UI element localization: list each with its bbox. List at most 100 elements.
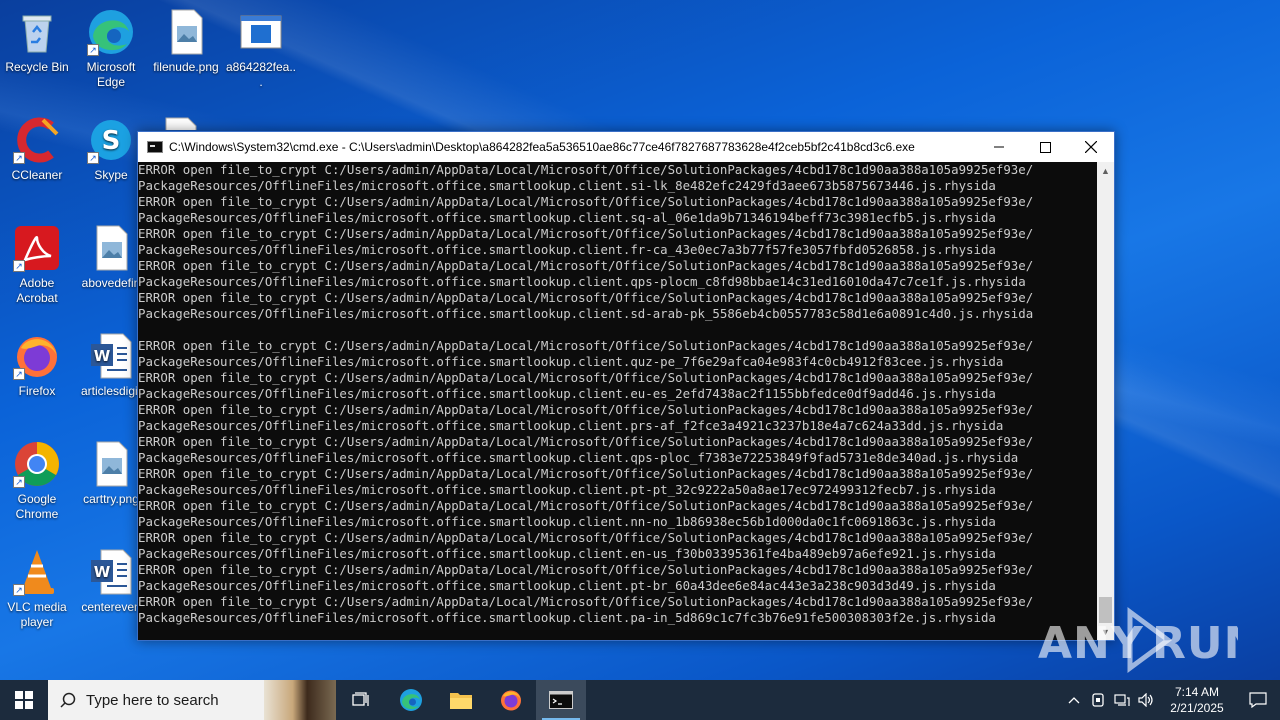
word-document-icon: W xyxy=(87,548,135,596)
console-output[interactable]: ERROR open file_to_crypt C:/Users/admin/… xyxy=(138,162,1098,640)
desktop-icon-label: Google Chrome xyxy=(15,492,59,521)
taskbar: Type here to search 7:14 AM 2/21/2025 xyxy=(0,680,1280,720)
console-line: PackageResources/OfflineFiles/microsoft.… xyxy=(138,482,996,497)
console-line: PackageResources/OfflineFiles/microsoft.… xyxy=(138,610,996,625)
desktop-icon-filenude-png[interactable]: filenude.png xyxy=(150,8,222,75)
recycle-bin-icon xyxy=(13,8,61,56)
device-icon[interactable] xyxy=(1086,693,1110,707)
console-line: ERROR open file_to_crypt C:/Users/admin/… xyxy=(138,370,1034,385)
folder-icon xyxy=(450,693,472,709)
task-view-button[interactable] xyxy=(336,680,386,720)
window-title: C:\Windows\System32\cmd.exe - C:\Users\a… xyxy=(169,140,915,154)
clock-date: 2/21/2025 xyxy=(1170,701,1224,715)
console-line: ERROR open file_to_crypt C:/Users/admin/… xyxy=(138,226,1034,241)
desktop-icon-label: Firefox xyxy=(18,384,56,398)
anyrun-watermark: ANY RUN xyxy=(1038,606,1260,676)
svg-text:W: W xyxy=(94,347,111,365)
vlc-icon: ↗ xyxy=(13,548,61,596)
start-button[interactable] xyxy=(0,680,48,720)
edge-icon xyxy=(400,689,422,711)
word-document-icon: W xyxy=(87,332,135,380)
volume-icon[interactable] xyxy=(1134,693,1158,707)
taskbar-edge-button[interactable] xyxy=(386,680,436,720)
desktop-icon-firefox[interactable]: ↗ Firefox xyxy=(1,332,73,399)
desktop-icon-ccleaner[interactable]: ↗ CCleaner xyxy=(1,116,73,183)
clock[interactable]: 7:14 AM 2/21/2025 xyxy=(1158,684,1236,716)
console-line: ERROR open file_to_crypt C:/Users/admin/… xyxy=(138,290,1034,305)
svg-text:S: S xyxy=(102,126,121,156)
console-line: PackageResources/OfflineFiles/microsoft.… xyxy=(138,546,996,561)
console-line: PackageResources/OfflineFiles/microsoft.… xyxy=(138,306,1034,321)
console-line: ERROR open file_to_crypt C:/Users/admin/… xyxy=(138,562,1034,577)
image-file-icon xyxy=(87,224,135,272)
taskbar-file-explorer-button[interactable] xyxy=(436,680,486,720)
file-icon xyxy=(156,116,204,130)
taskbar-firefox-button[interactable] xyxy=(486,680,536,720)
firefox-icon xyxy=(501,690,521,711)
console-line: PackageResources/OfflineFiles/microsoft.… xyxy=(138,354,1004,369)
console-line: ERROR open file_to_crypt C:/Users/admin/… xyxy=(138,402,1034,417)
console-line: ERROR open file_to_crypt C:/Users/admin/… xyxy=(138,498,1034,513)
desktop-icon-label: Microsoft Edge xyxy=(86,60,136,89)
minimize-button[interactable] xyxy=(976,132,1022,162)
firefox-icon: ↗ xyxy=(13,332,61,380)
acrobat-icon: ↗ xyxy=(13,224,61,272)
console-line: ERROR open file_to_crypt C:/Users/admin/… xyxy=(138,434,1034,449)
shortcut-arrow-icon: ↗ xyxy=(13,260,25,272)
desktop-icon-a864282fea[interactable]: a864282fea... xyxy=(225,8,297,90)
desktop-icon-label: Recycle Bin xyxy=(5,60,69,74)
clock-time: 7:14 AM xyxy=(1174,685,1220,699)
close-button[interactable] xyxy=(1068,132,1114,162)
executable-icon xyxy=(237,8,285,56)
desktop-icon-label: filenude.png xyxy=(153,60,219,74)
console-line: PackageResources/OfflineFiles/microsoft.… xyxy=(138,178,996,193)
cmd-window[interactable]: C:\Windows\System32\cmd.exe - C:\Users\a… xyxy=(137,131,1115,641)
console-line: PackageResources/OfflineFiles/microsoft.… xyxy=(138,578,996,593)
cmd-icon xyxy=(549,691,573,709)
console-line: PackageResources/OfflineFiles/microsoft.… xyxy=(138,418,1004,433)
console-line: PackageResources/OfflineFiles/microsoft.… xyxy=(138,386,996,401)
desktop-icon-label: Adobe Acrobat xyxy=(16,276,58,305)
notification-center-button[interactable] xyxy=(1236,680,1280,720)
console-line: ERROR open file_to_crypt C:/Users/admin/… xyxy=(138,530,1034,545)
windows-logo-icon xyxy=(15,691,33,709)
edge-icon: ↗ xyxy=(87,8,135,56)
desktop-icon-recycle-bin[interactable]: Recycle Bin xyxy=(1,8,73,75)
shortcut-arrow-icon: ↗ xyxy=(13,152,25,164)
show-hidden-icons-chevron-icon[interactable] xyxy=(1062,696,1086,704)
window-titlebar[interactable]: C:\Windows\System32\cmd.exe - C:\Users\a… xyxy=(138,132,1114,162)
chrome-icon: ↗ xyxy=(13,440,61,488)
shortcut-arrow-icon: ↗ xyxy=(87,152,99,164)
desktop-icon-adobe-acrobat[interactable]: ↗ Adobe Acrobat xyxy=(1,224,73,306)
minimize-icon xyxy=(994,146,1004,148)
search-placeholder: Type here to search xyxy=(86,691,219,709)
console-line: PackageResources/OfflineFiles/microsoft.… xyxy=(138,514,996,529)
image-file-icon xyxy=(162,8,210,56)
desktop-icon-microsoft-edge[interactable]: ↗ Microsoft Edge xyxy=(75,8,147,90)
console-line: ERROR open file_to_crypt C:/Users/admin/… xyxy=(138,258,1034,273)
skype-icon: S ↗ xyxy=(87,116,135,164)
image-file-icon xyxy=(87,440,135,488)
task-view-icon xyxy=(352,692,369,706)
cmd-icon xyxy=(147,141,163,153)
desktop-icon-label: a864282fea... xyxy=(225,60,297,89)
ccleaner-icon: ↗ xyxy=(13,116,61,164)
taskbar-search-box[interactable]: Type here to search xyxy=(48,680,336,720)
watermark-run-text: RUN xyxy=(1152,618,1238,669)
console-line: ERROR open file_to_crypt C:/Users/admin/… xyxy=(138,162,1034,177)
maximize-button[interactable] xyxy=(1022,132,1068,162)
network-icon[interactable] xyxy=(1110,693,1134,707)
console-line: PackageResources/OfflineFiles/microsoft.… xyxy=(138,242,996,257)
system-tray: 7:14 AM 2/21/2025 xyxy=(1062,680,1280,720)
console-line: PackageResources/OfflineFiles/microsoft.… xyxy=(138,450,1019,465)
console-line: ERROR open file_to_crypt C:/Users/admin/… xyxy=(138,466,1034,481)
console-line: PackageResources/OfflineFiles/microsoft.… xyxy=(138,210,996,225)
console-line: PackageResources/OfflineFiles/microsoft.… xyxy=(138,274,1026,289)
console-line: ERROR open file_to_crypt C:/Users/admin/… xyxy=(138,338,1034,353)
shortcut-arrow-icon: ↗ xyxy=(87,44,99,56)
vertical-scrollbar[interactable]: ▲ ▼ xyxy=(1097,162,1114,640)
desktop-icon-vlc-media-player[interactable]: ↗ VLC media player xyxy=(1,548,73,630)
taskbar-cmd-button[interactable] xyxy=(536,680,586,720)
scroll-up-arrow-icon[interactable]: ▲ xyxy=(1097,162,1114,179)
desktop-icon-google-chrome[interactable]: ↗ Google Chrome xyxy=(1,440,73,522)
